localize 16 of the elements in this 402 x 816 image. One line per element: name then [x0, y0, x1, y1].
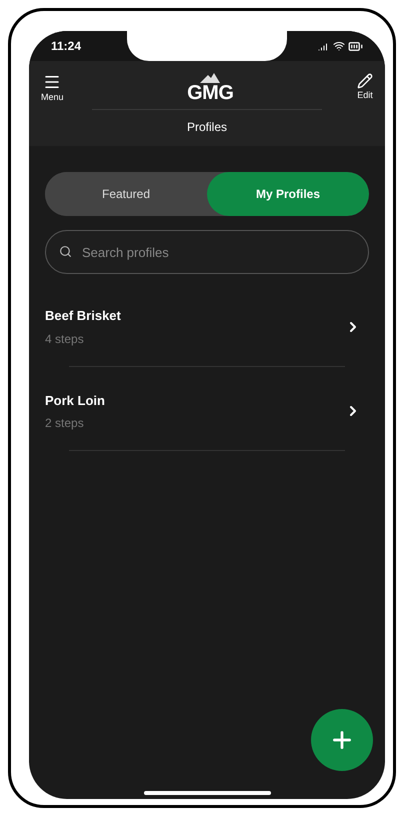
profile-steps: 2 steps	[45, 414, 105, 432]
logo: GMG	[187, 73, 234, 103]
profile-row[interactable]: Beef Brisket 4 steps	[45, 292, 369, 362]
search-icon	[59, 245, 72, 258]
tab[interactable]: My Profiles	[207, 172, 369, 216]
page-title: Profiles	[186, 119, 227, 136]
profile-steps: 4 steps	[45, 330, 121, 348]
menu-button[interactable]: Menu	[41, 73, 64, 102]
search-field[interactable]: Search profiles	[45, 230, 369, 274]
status-time: 11:24	[51, 38, 82, 55]
profile-name: Pork Loin	[45, 392, 105, 410]
pencil-icon	[356, 73, 373, 89]
menu-icon	[43, 73, 62, 91]
profile-row[interactable]: Pork Loin 2 steps	[45, 376, 369, 446]
edit-button[interactable]: Edit	[356, 73, 373, 100]
profile-name: Beef Brisket	[45, 307, 121, 325]
